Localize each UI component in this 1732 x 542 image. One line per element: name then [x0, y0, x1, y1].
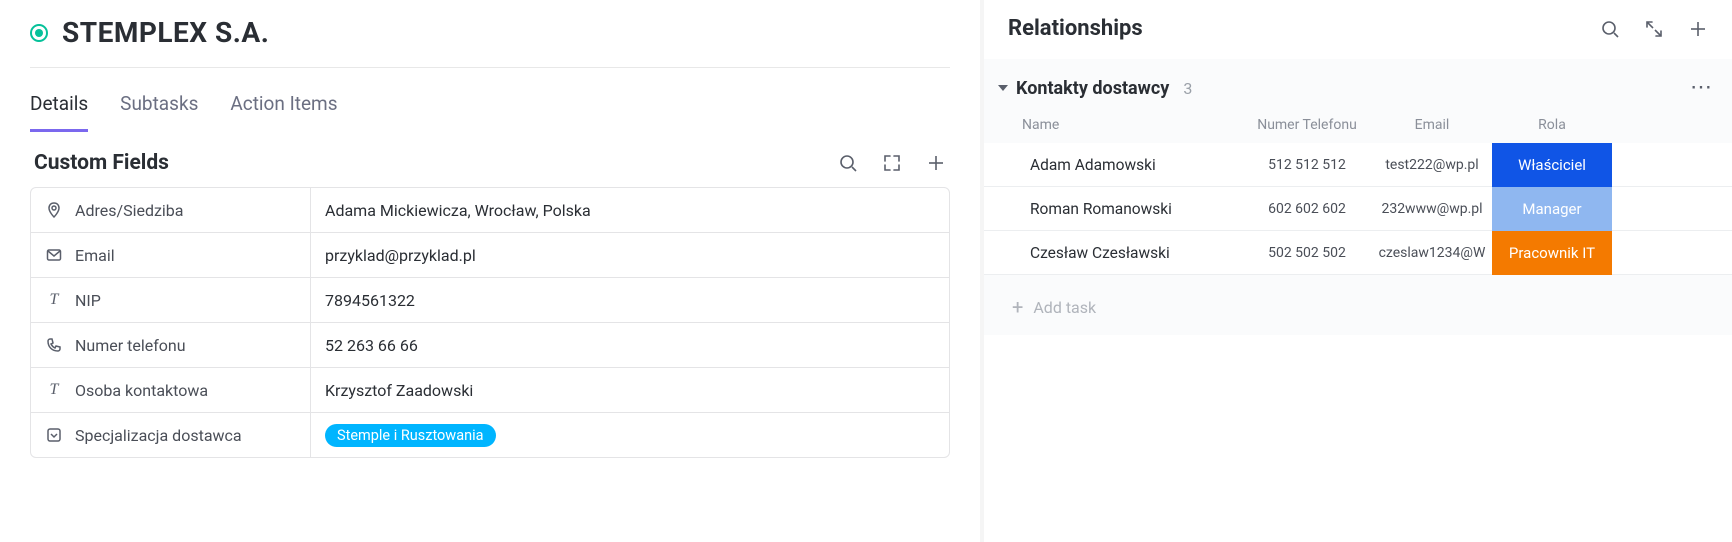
- expand-icon[interactable]: [882, 153, 902, 173]
- rel-phone[interactable]: 512 512 512: [1242, 157, 1372, 173]
- rel-name[interactable]: Adam Adamowski: [1022, 156, 1242, 174]
- rel-group-title[interactable]: Kontakty dostawcy: [1016, 78, 1169, 99]
- rel-email[interactable]: 232www@wp.pl: [1372, 201, 1492, 217]
- table-row[interactable]: Adam Adamowski 512 512 512 test222@wp.pl…: [984, 143, 1732, 187]
- cf-value[interactable]: Adama Mickiewicza, Wrocław, Polska: [311, 201, 949, 220]
- plus-icon: +: [1012, 297, 1023, 317]
- rel-group-count: 3: [1183, 79, 1192, 98]
- page-title[interactable]: STEMPLEX S.A.: [62, 16, 269, 49]
- cf-value[interactable]: 7894561322: [311, 291, 949, 310]
- cf-value[interactable]: Krzysztof Zaadowski: [311, 381, 949, 400]
- cf-value[interactable]: 52 263 66 66: [311, 336, 949, 355]
- tabs: Details Subtasks Action Items: [30, 68, 950, 133]
- more-icon[interactable]: ⋯: [1690, 77, 1712, 99]
- relationships-title: Relationships: [1008, 16, 1143, 41]
- cf-label: Osoba kontaktowa: [75, 381, 208, 400]
- cf-value[interactable]: przyklad@przyklad.pl: [311, 246, 949, 265]
- cf-label: NIP: [75, 291, 101, 310]
- table-row[interactable]: Roman Romanowski 602 602 602 232www@wp.p…: [984, 187, 1732, 231]
- custom-fields-table: Adres/Siedziba Adama Mickiewicza, Wrocła…: [30, 187, 950, 458]
- cf-value[interactable]: Stemple i Rusztowania: [311, 424, 949, 447]
- rel-phone[interactable]: 502 502 502: [1242, 245, 1372, 261]
- rel-phone[interactable]: 602 602 602: [1242, 201, 1372, 217]
- cf-label: Numer telefonu: [75, 336, 186, 355]
- cf-row[interactable]: Email przyklad@przyklad.pl: [31, 233, 949, 278]
- tab-details[interactable]: Details: [30, 92, 88, 132]
- add-icon[interactable]: [1688, 19, 1708, 39]
- cf-row[interactable]: Numer telefonu 52 263 66 66: [31, 323, 949, 368]
- th-email[interactable]: Email: [1372, 117, 1492, 133]
- rel-role[interactable]: Pracownik IT: [1492, 231, 1612, 275]
- cf-row[interactable]: T Osoba kontaktowa Krzysztof Zaadowski: [31, 368, 949, 413]
- th-phone[interactable]: Numer Telefonu: [1242, 117, 1372, 133]
- tag-specialization[interactable]: Stemple i Rusztowania: [325, 424, 496, 447]
- rel-email[interactable]: czeslaw1234@W: [1372, 245, 1492, 261]
- text-icon: T: [45, 291, 63, 309]
- chevron-down-icon[interactable]: [998, 85, 1008, 91]
- th-name[interactable]: Name: [1022, 117, 1242, 133]
- text-icon: T: [45, 381, 63, 399]
- dropdown-icon: [45, 426, 63, 444]
- custom-fields-title: Custom Fields: [34, 151, 169, 175]
- tab-action-items[interactable]: Action Items: [230, 92, 337, 132]
- record-status-icon: [30, 24, 48, 42]
- add-task-label: Add task: [1033, 298, 1096, 317]
- add-icon[interactable]: [926, 153, 946, 173]
- search-icon[interactable]: [838, 153, 858, 173]
- rel-email[interactable]: test222@wp.pl: [1372, 157, 1492, 173]
- email-icon: [45, 246, 63, 264]
- cf-label: Specjalizacja dostawca: [75, 426, 242, 445]
- table-row[interactable]: Czesław Czesławski 502 502 502 czeslaw12…: [984, 231, 1732, 275]
- record-title-row: STEMPLEX S.A.: [30, 16, 950, 68]
- rel-role[interactable]: Manager: [1492, 187, 1612, 231]
- search-icon[interactable]: [1600, 19, 1620, 39]
- rel-name[interactable]: Roman Romanowski: [1022, 200, 1242, 218]
- location-icon: [45, 201, 63, 219]
- add-task-button[interactable]: + Add task: [984, 275, 1732, 317]
- phone-icon: [45, 336, 63, 354]
- rel-role[interactable]: Właściciel: [1492, 143, 1612, 187]
- cf-label: Adres/Siedziba: [75, 201, 184, 220]
- th-role[interactable]: Rola: [1492, 117, 1612, 133]
- cf-row[interactable]: Specjalizacja dostawca Stemple i Rusztow…: [31, 413, 949, 457]
- relationships-table: Name Numer Telefonu Email Rola Adam Adam…: [984, 109, 1732, 275]
- cf-row[interactable]: T NIP 7894561322: [31, 278, 949, 323]
- cf-label: Email: [75, 246, 115, 265]
- expand-icon[interactable]: [1644, 19, 1664, 39]
- tab-subtasks[interactable]: Subtasks: [120, 92, 198, 132]
- rel-name[interactable]: Czesław Czesławski: [1022, 244, 1242, 262]
- cf-row[interactable]: Adres/Siedziba Adama Mickiewicza, Wrocła…: [31, 188, 949, 233]
